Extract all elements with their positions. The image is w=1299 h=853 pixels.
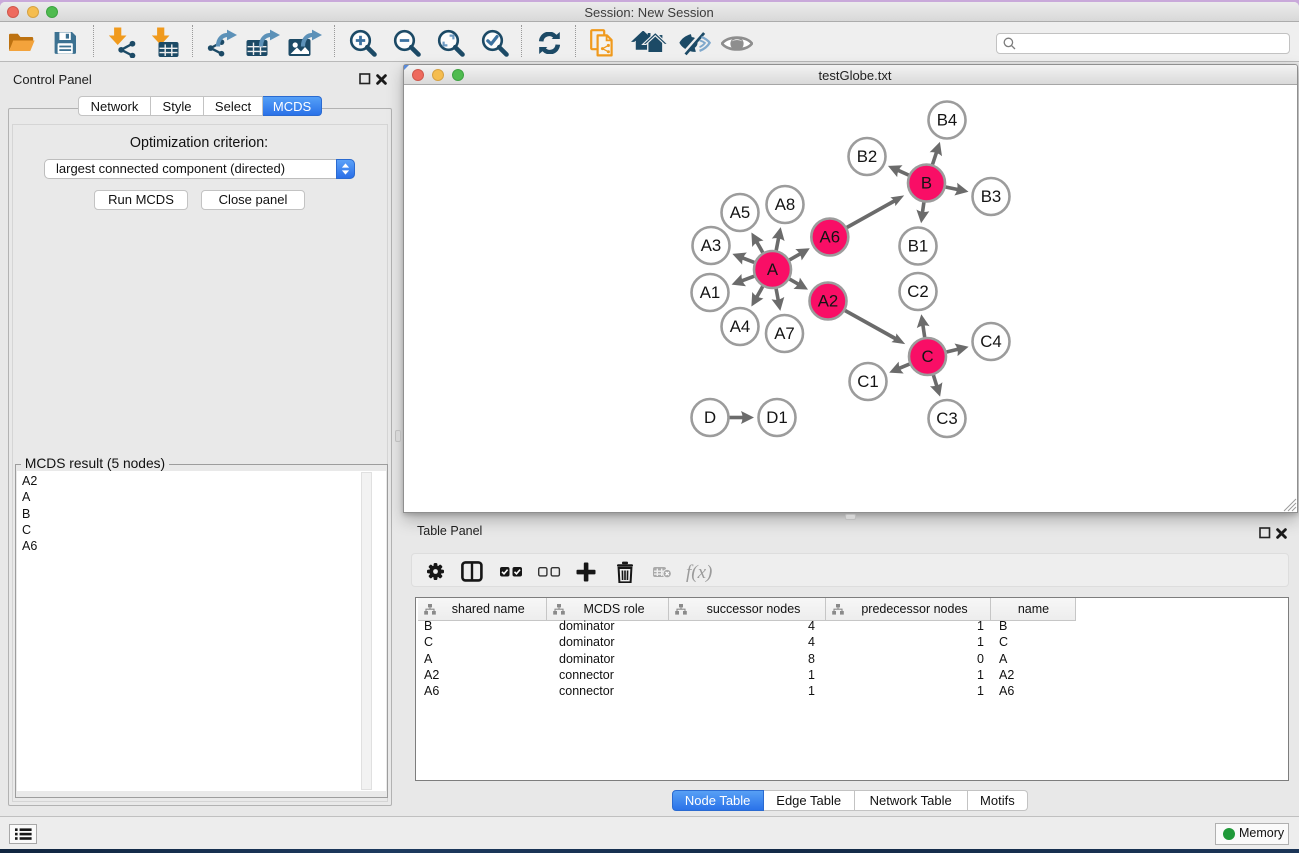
svg-text:C2: C2 <box>907 282 928 301</box>
svg-text:A6: A6 <box>820 228 841 247</box>
svg-text:B3: B3 <box>981 187 1002 206</box>
svg-text:B2: B2 <box>857 147 878 166</box>
svg-text:A4: A4 <box>730 317 751 336</box>
svg-text:A5: A5 <box>730 203 751 222</box>
svg-text:C4: C4 <box>980 332 1001 351</box>
svg-text:D: D <box>704 408 716 427</box>
svg-text:B4: B4 <box>937 111 958 130</box>
svg-text:A1: A1 <box>700 283 721 302</box>
svg-text:A8: A8 <box>775 195 796 214</box>
svg-text:B1: B1 <box>908 237 929 256</box>
svg-text:A3: A3 <box>701 236 722 255</box>
svg-text:C3: C3 <box>936 409 957 428</box>
svg-text:A7: A7 <box>774 324 795 343</box>
svg-text:A: A <box>767 260 779 279</box>
svg-text:D1: D1 <box>766 408 787 427</box>
svg-text:C: C <box>921 347 933 366</box>
svg-text:C1: C1 <box>857 372 878 391</box>
svg-text:B: B <box>921 174 932 193</box>
svg-text:A2: A2 <box>818 292 839 311</box>
